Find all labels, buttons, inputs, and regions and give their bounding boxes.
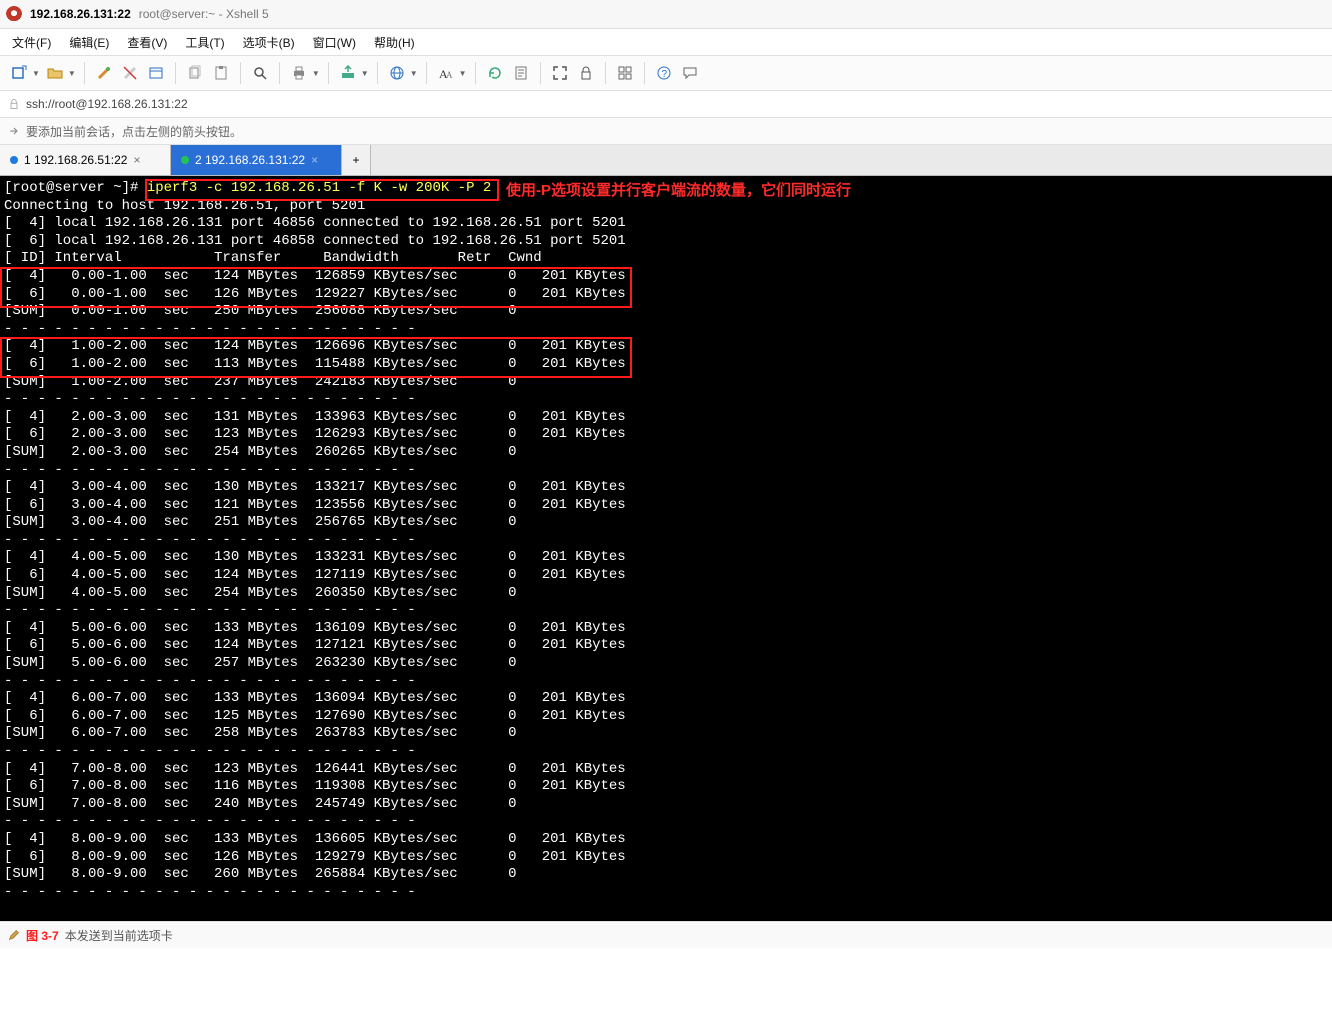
- dropdown-caret-icon[interactable]: ▼: [459, 69, 467, 78]
- lock-icon[interactable]: [575, 62, 597, 84]
- separator: [644, 62, 645, 84]
- tab-session-2[interactable]: 2 192.168.26.131:22 ×: [171, 145, 342, 175]
- refresh-icon[interactable]: [484, 62, 506, 84]
- separator: [605, 62, 606, 84]
- fullscreen-icon[interactable]: [549, 62, 571, 84]
- status-dot-icon: [181, 156, 189, 164]
- status-bar: 图 3-7 本发送到当前选项卡: [0, 921, 1332, 948]
- menu-file[interactable]: 文件(F): [12, 34, 51, 51]
- highlight-box: [0, 337, 632, 378]
- menu-edit[interactable]: 编辑(E): [69, 34, 109, 51]
- new-tab-button[interactable]: +: [342, 145, 371, 175]
- menu-window[interactable]: 窗口(W): [313, 34, 356, 51]
- separator: [279, 62, 280, 84]
- session-tabs: 1 192.168.26.51:22 × 2 192.168.26.131:22…: [0, 145, 1332, 176]
- help-icon[interactable]: ?: [653, 62, 675, 84]
- address-url[interactable]: ssh://root@192.168.26.131:22: [26, 97, 188, 111]
- chat-icon[interactable]: [679, 62, 701, 84]
- menu-tools[interactable]: 工具(T): [185, 34, 224, 51]
- dropdown-caret-icon[interactable]: ▼: [68, 69, 76, 78]
- hint-text: 要添加当前会话，点击左侧的箭头按钮。: [26, 123, 242, 140]
- copy-icon[interactable]: [184, 62, 206, 84]
- paste-icon[interactable]: [210, 62, 232, 84]
- dropdown-caret-icon[interactable]: ▼: [361, 69, 369, 78]
- reconnect-icon[interactable]: [93, 62, 115, 84]
- highlight-box: [0, 267, 632, 308]
- separator: [175, 62, 176, 84]
- close-icon[interactable]: ×: [133, 153, 140, 167]
- dropdown-caret-icon[interactable]: ▼: [312, 69, 320, 78]
- file-transfer-icon[interactable]: [337, 62, 359, 84]
- pencil-icon: [8, 929, 20, 941]
- new-session-icon[interactable]: [8, 62, 30, 84]
- properties-icon[interactable]: [145, 62, 167, 84]
- separator: [540, 62, 541, 84]
- menu-help[interactable]: 帮助(H): [374, 34, 415, 51]
- svg-text:?: ?: [661, 69, 667, 80]
- separator: [426, 62, 427, 84]
- menu-bar: 文件(F) 编辑(E) 查看(V) 工具(T) 选项卡(B) 窗口(W) 帮助(…: [0, 29, 1332, 56]
- tile-icon[interactable]: [614, 62, 636, 84]
- title-bar: 192.168.26.131:22 root@server:~ - Xshell…: [0, 0, 1332, 29]
- app-logo-icon: [6, 6, 22, 22]
- tab-label: 2 192.168.26.131:22: [195, 153, 305, 167]
- search-icon[interactable]: [249, 62, 271, 84]
- figure-label: 图 3-7: [26, 927, 59, 944]
- toolbar: ▼ ▼ ▼ ▼ ▼ AA▼ ?: [0, 56, 1332, 91]
- menu-tabs[interactable]: 选项卡(B): [243, 34, 295, 51]
- hint-bar: 要添加当前会话，点击左侧的箭头按钮。: [0, 118, 1332, 145]
- globe-icon[interactable]: [386, 62, 408, 84]
- separator: [377, 62, 378, 84]
- address-bar: ssh://root@192.168.26.131:22: [0, 91, 1332, 118]
- dropdown-caret-icon[interactable]: ▼: [410, 69, 418, 78]
- disconnect-icon[interactable]: [119, 62, 141, 84]
- separator: [240, 62, 241, 84]
- terminal[interactable]: [root@server ~]# iperf3 -c 192.168.26.51…: [0, 176, 1332, 921]
- font-icon[interactable]: AA: [435, 62, 457, 84]
- title-ip: 192.168.26.131:22: [30, 7, 131, 21]
- tab-session-1[interactable]: 1 192.168.26.51:22 ×: [0, 145, 171, 175]
- annotation-text: 使用-P选项设置并行客户端流的数量，它们同时运行: [506, 182, 851, 200]
- status-dot-icon: [10, 156, 18, 164]
- lock-icon: [8, 98, 20, 110]
- script-icon[interactable]: [510, 62, 532, 84]
- print-icon[interactable]: [288, 62, 310, 84]
- svg-text:A: A: [446, 70, 453, 80]
- menu-view[interactable]: 查看(V): [127, 34, 167, 51]
- separator: [328, 62, 329, 84]
- separator: [475, 62, 476, 84]
- tab-label: 1 192.168.26.51:22: [24, 153, 127, 167]
- dropdown-caret-icon[interactable]: ▼: [32, 69, 40, 78]
- separator: [84, 62, 85, 84]
- title-sub: root@server:~ - Xshell 5: [139, 7, 269, 21]
- open-icon[interactable]: [44, 62, 66, 84]
- footer-text: 本发送到当前选项卡: [65, 927, 173, 944]
- close-icon[interactable]: ×: [311, 153, 318, 167]
- arrow-out-icon[interactable]: [8, 125, 20, 137]
